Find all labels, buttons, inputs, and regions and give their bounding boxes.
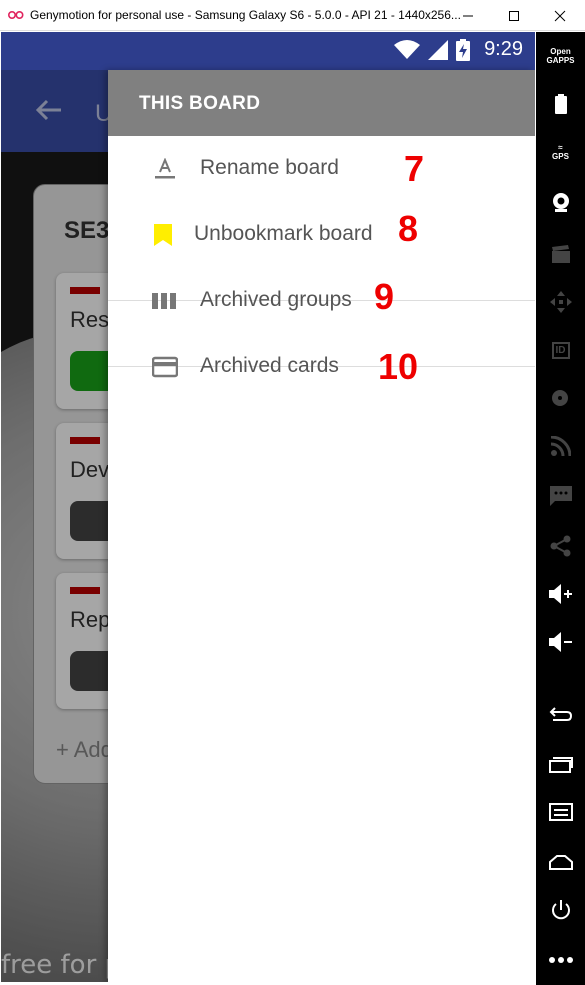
menu-button[interactable]: [536, 792, 585, 832]
volume-up-button[interactable]: [536, 574, 585, 614]
share-button[interactable]: [536, 526, 585, 566]
menu-item-rename-board[interactable]: Rename board 7: [108, 136, 535, 202]
menu-item-label: Archived groups: [200, 288, 352, 311]
close-button[interactable]: [537, 0, 583, 31]
move-arrows-icon: [549, 291, 572, 313]
webcam-button[interactable]: [536, 182, 585, 222]
back-icon: [549, 707, 572, 721]
gps-icon: ≈ GPS: [552, 143, 569, 161]
text-format-icon: [155, 158, 175, 179]
menu-icon: [548, 803, 573, 821]
gps-button[interactable]: ≈ GPS: [536, 132, 585, 172]
genymotion-window: Genymotion for personal use - Samsung Ga…: [0, 0, 585, 985]
device-id-button[interactable]: ID: [536, 330, 585, 370]
menu-item-archived-cards[interactable]: Archived cards 10: [108, 334, 535, 400]
clapperboard-icon: [551, 245, 570, 263]
card-icon: [152, 356, 178, 378]
minimize-icon: [463, 15, 473, 16]
window-titlebar: Genymotion for personal use - Samsung Ga…: [0, 0, 585, 31]
annotation-number: 10: [378, 346, 419, 387]
sms-button[interactable]: [536, 476, 585, 516]
nav-back-button[interactable]: [536, 694, 585, 734]
maximize-button[interactable]: [491, 0, 537, 31]
more-dots-icon: [548, 957, 573, 963]
rss-icon: [550, 436, 571, 456]
close-icon: [554, 10, 566, 21]
window-title: Genymotion for personal use - Samsung Ga…: [30, 8, 461, 22]
android-screen: 9:29 U SE3 Res Dev Rep + Add free for TH…: [1, 32, 535, 982]
home-icon: [548, 855, 573, 870]
annotation-number: 7: [404, 148, 425, 189]
menu-item-unbookmark-board[interactable]: Unbookmark board 8: [108, 202, 535, 268]
volume-down-button[interactable]: [536, 622, 585, 662]
disk-icon: [551, 390, 568, 406]
wifi-icon: [394, 39, 421, 59]
screencast-button[interactable]: [536, 234, 585, 274]
annotation-number: 8: [398, 208, 419, 249]
minimize-button[interactable]: [445, 0, 491, 31]
disk-io-button[interactable]: [536, 378, 585, 418]
share-icon: [550, 535, 570, 557]
more-button[interactable]: [536, 940, 585, 980]
annotation-number: 9: [374, 276, 395, 317]
menu-item-label: Rename board: [200, 156, 339, 179]
message-icon: [549, 486, 572, 506]
volume-down-icon: [548, 632, 572, 652]
battery-charging-icon: [456, 38, 471, 61]
remote-control-button[interactable]: [536, 282, 585, 322]
drawer-header-title: THIS BOARD: [139, 93, 261, 114]
drawer-header: THIS BOARD: [108, 70, 535, 136]
webcam-icon: [552, 193, 569, 212]
id-icon: ID: [551, 341, 570, 359]
power-icon: [551, 900, 570, 920]
cell-signal-icon: [428, 39, 449, 60]
recent-apps-icon: [548, 757, 573, 773]
genymotion-toolbar: Open GAPPS ≈ GPS ID: [536, 32, 585, 985]
opengapps-button[interactable]: Open GAPPS: [536, 36, 585, 76]
rss-button[interactable]: [536, 426, 585, 466]
battery-button[interactable]: [536, 84, 585, 124]
battery-icon: [554, 94, 567, 114]
bookmark-icon: [154, 224, 172, 246]
power-button[interactable]: [536, 890, 585, 930]
menu-item-label: Unbookmark board: [194, 222, 373, 245]
android-statusbar: 9:29: [1, 32, 535, 70]
menu-item-label: Archived cards: [200, 354, 339, 377]
volume-up-icon: [548, 584, 572, 604]
status-time: 9:29: [484, 38, 523, 60]
maximize-icon: [509, 10, 519, 21]
columns-icon: [152, 293, 176, 309]
menu-item-archived-groups[interactable]: Archived groups 9: [108, 268, 535, 334]
opengapps-icon: Open GAPPS: [546, 47, 575, 65]
board-drawer: THIS BOARD Rename board 7 Unbookmark boa…: [108, 70, 535, 982]
recent-apps-button[interactable]: [536, 744, 585, 784]
home-button[interactable]: [536, 842, 585, 882]
genymotion-logo-icon: [8, 10, 24, 20]
